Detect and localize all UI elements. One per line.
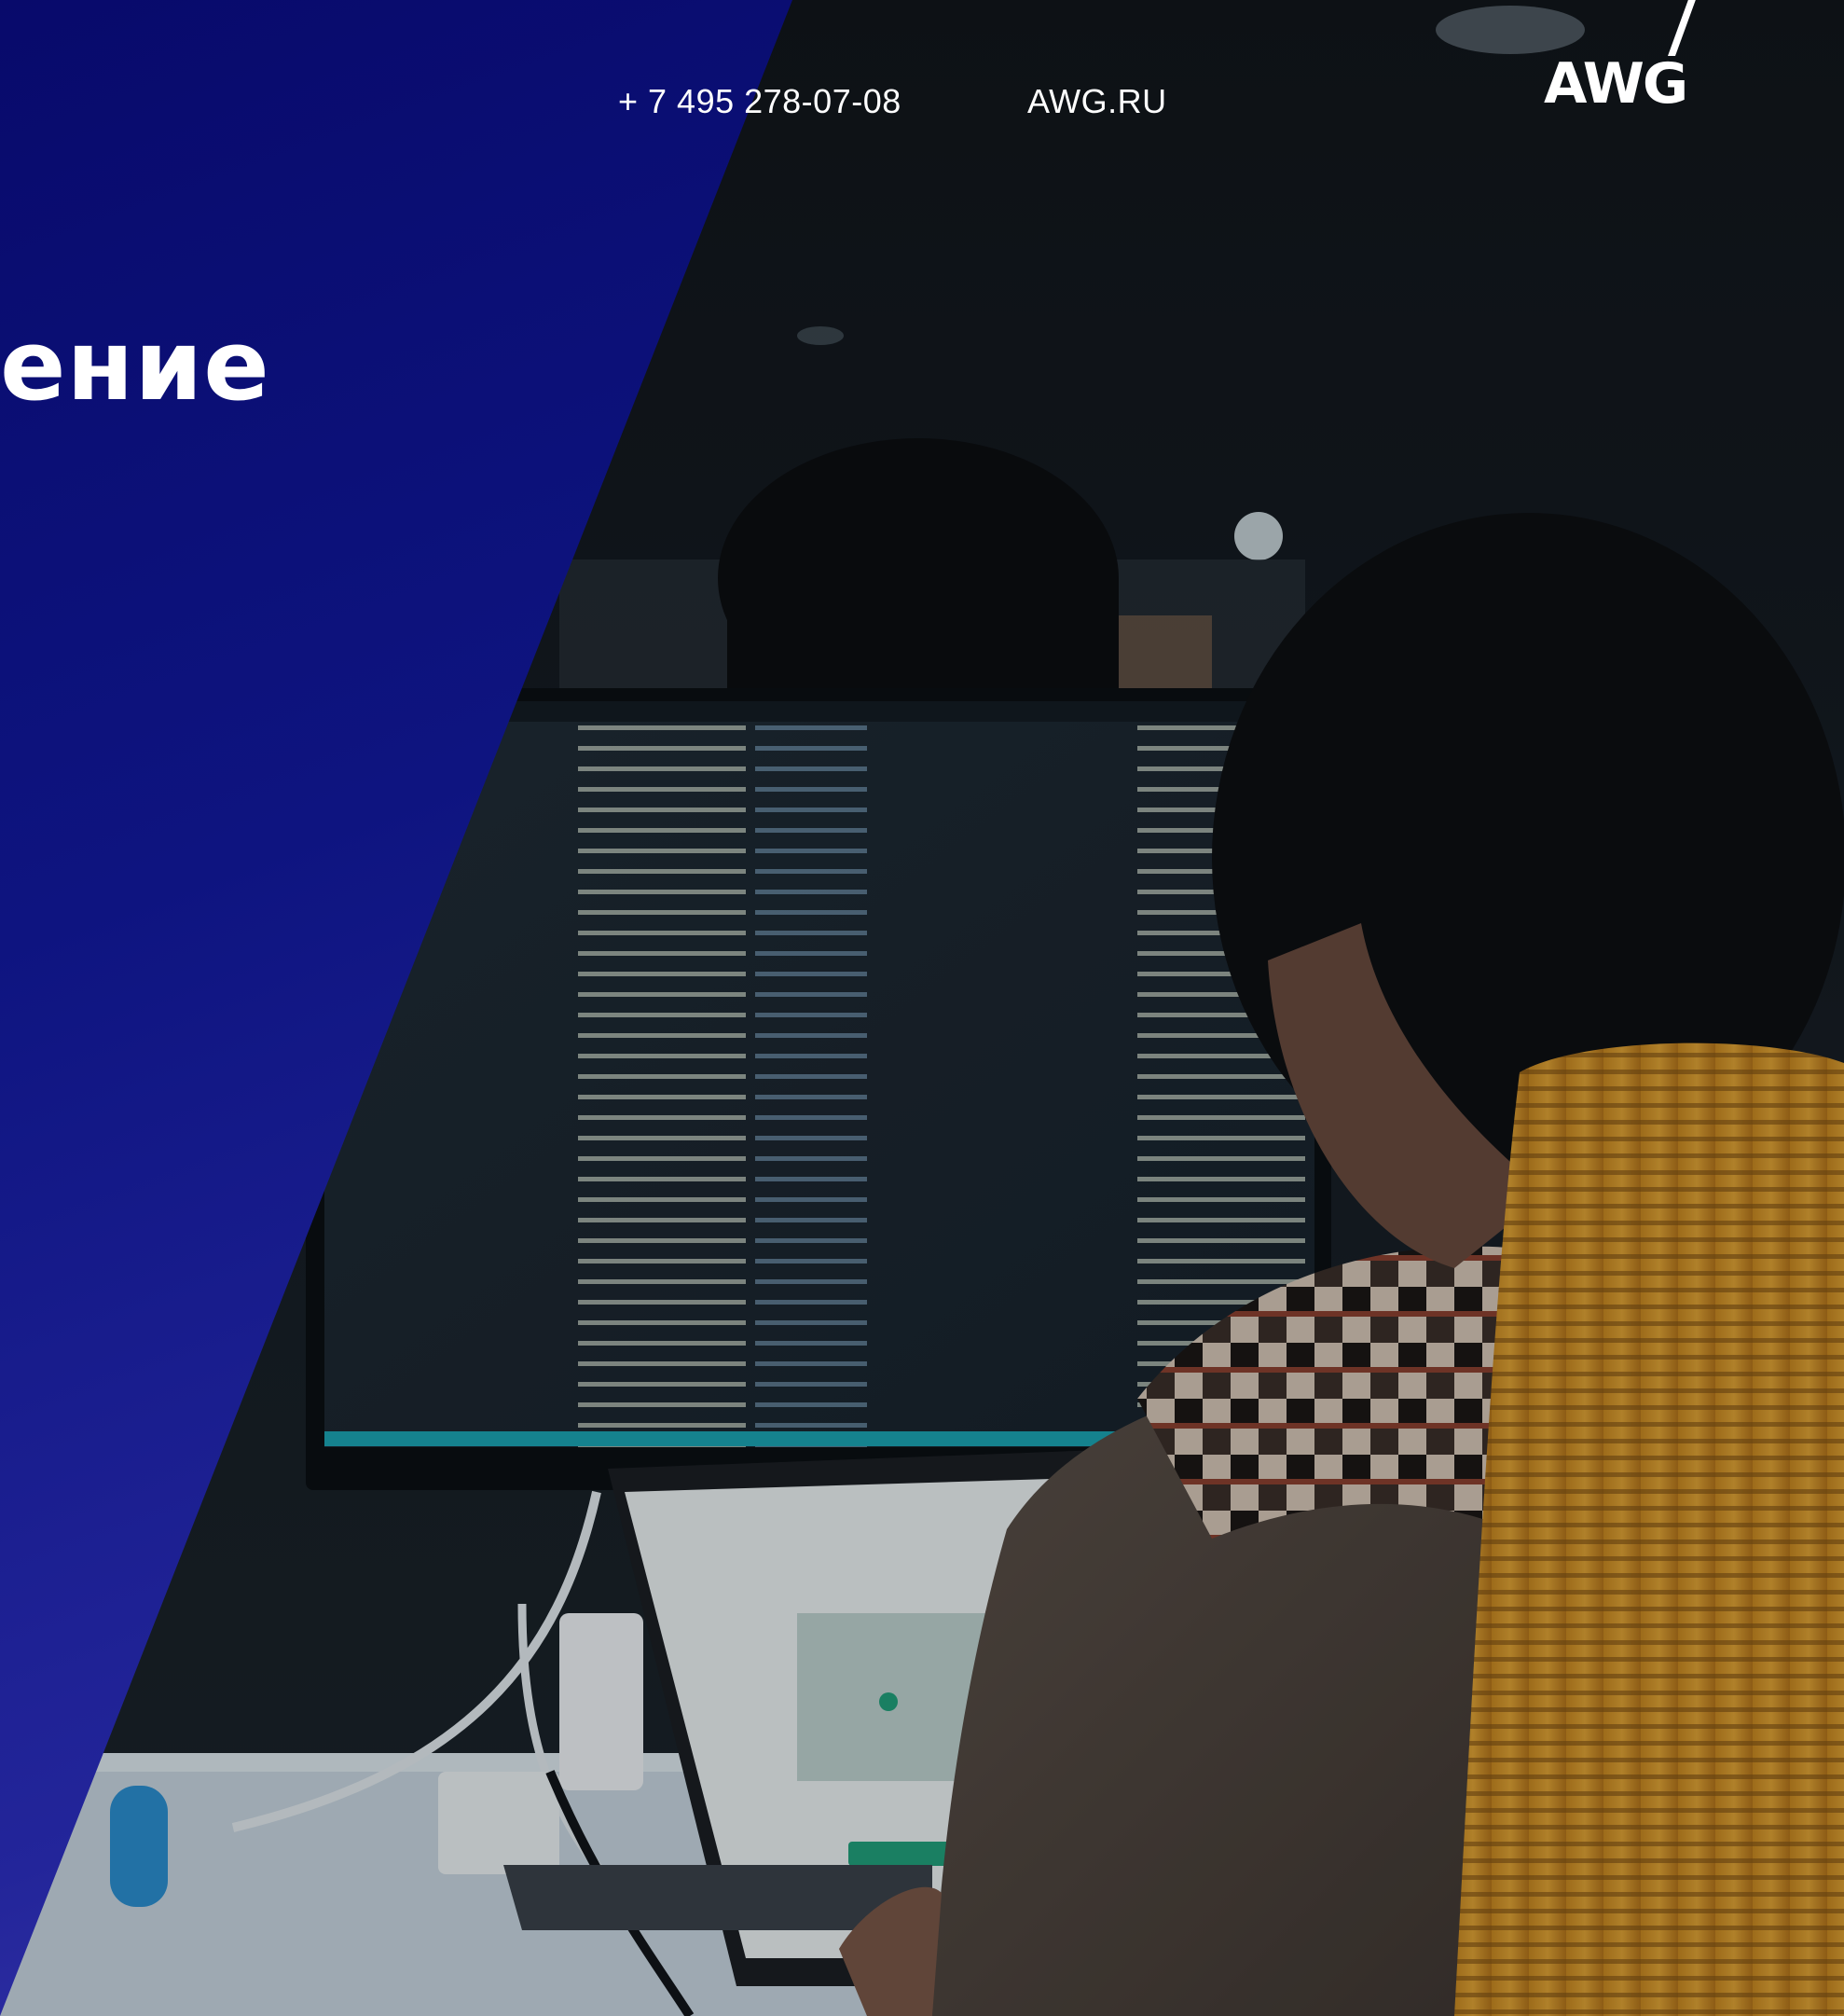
website-link[interactable]: AWG.RU xyxy=(1027,82,1167,121)
logo-slash-icon xyxy=(1668,0,1696,56)
logo-text: AWG xyxy=(1544,51,1688,117)
phone-link[interactable]: + 7 495 278-07-08 xyxy=(618,82,901,121)
awg-logo[interactable]: AWG xyxy=(1544,0,1716,117)
presentation-slide: + 7 495 278-07-08 AWG.RU AWG ение xyxy=(0,0,1844,2016)
page-title: ение xyxy=(0,309,270,422)
